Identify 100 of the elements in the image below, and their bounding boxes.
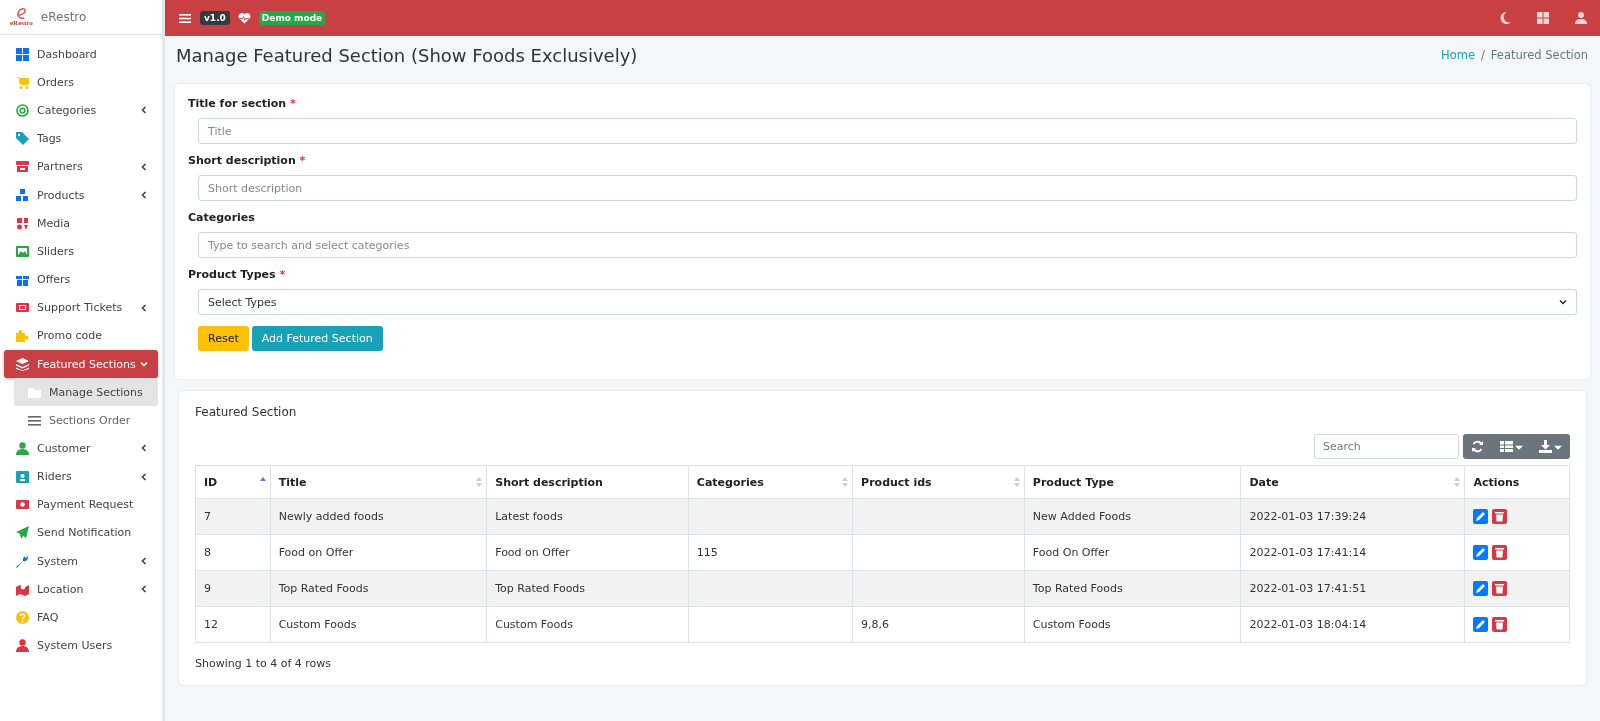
table-columns-icon bbox=[1500, 440, 1513, 453]
grid-icon bbox=[16, 47, 29, 61]
table-cell: 2022-01-03 17:41:51 bbox=[1240, 570, 1465, 607]
sidebar-item[interactable]: FAQ bbox=[4, 603, 158, 632]
table-cell: Top Rated Foods bbox=[1024, 570, 1241, 607]
reset-button[interactable]: Reset bbox=[198, 326, 249, 351]
edit-button[interactable] bbox=[1473, 617, 1489, 632]
sidebar-item[interactable]: Categories bbox=[4, 96, 158, 125]
table-cell: Latest foods bbox=[486, 498, 689, 535]
delete-button[interactable] bbox=[1492, 617, 1508, 632]
folder-icon bbox=[28, 385, 41, 399]
table-cell: 2022-01-03 18:04:14 bbox=[1240, 606, 1465, 643]
column-header[interactable]: Categories bbox=[688, 465, 853, 499]
layers-icon bbox=[16, 357, 29, 371]
select-field[interactable]: Select Types bbox=[198, 289, 1577, 315]
sidebar-subitem[interactable]: Sections Order bbox=[14, 406, 158, 435]
cubes-icon bbox=[16, 188, 29, 202]
grid-icon[interactable] bbox=[1536, 11, 1550, 25]
column-header[interactable]: ID bbox=[195, 465, 271, 499]
input-field[interactable]: Title bbox=[198, 118, 1577, 144]
table-cell: New Added Foods bbox=[1024, 498, 1241, 535]
user-icon bbox=[16, 639, 29, 653]
store-icon bbox=[16, 160, 29, 174]
sidebar-item[interactable]: Customer bbox=[4, 434, 158, 463]
delete-button[interactable] bbox=[1492, 509, 1508, 524]
sidebar-item[interactable]: Send Notification bbox=[4, 518, 158, 547]
column-header[interactable]: Date bbox=[1240, 465, 1465, 499]
sidebar-item[interactable]: System Users bbox=[4, 631, 158, 660]
sidebar-item[interactable]: Offers bbox=[4, 265, 158, 294]
question-icon bbox=[16, 610, 29, 624]
sidebar-item[interactable]: Tags bbox=[4, 124, 158, 153]
page-title: Manage Featured Section (Show Foods Exclusively) bbox=[176, 44, 638, 66]
column-header: Product Type bbox=[1024, 465, 1241, 499]
column-header[interactable]: Title bbox=[270, 465, 487, 499]
edit-button[interactable] bbox=[1473, 545, 1489, 560]
chevron-down-icon bbox=[1559, 298, 1567, 306]
user-icon bbox=[16, 441, 29, 455]
download-icon bbox=[1539, 440, 1552, 453]
pencil-icon bbox=[1474, 546, 1488, 559]
user-icon[interactable] bbox=[1574, 11, 1588, 25]
sidebar-subitem[interactable]: Manage Sections bbox=[14, 378, 158, 407]
table-cell: Newly added foods bbox=[270, 498, 487, 535]
version-badge: v1.0 bbox=[200, 11, 230, 25]
cart-icon bbox=[16, 75, 29, 89]
table-cell: 7 bbox=[195, 498, 271, 535]
table-cell: Food On Offer bbox=[1024, 534, 1241, 571]
sidebar-item[interactable]: Orders bbox=[4, 68, 158, 97]
column-header: Short description bbox=[486, 465, 689, 499]
menu-icon[interactable] bbox=[179, 11, 192, 25]
sidebar-item[interactable]: Products bbox=[4, 180, 158, 210]
sidebar-item[interactable]: Media bbox=[4, 209, 158, 238]
table-cell: Top Rated Foods bbox=[270, 570, 487, 607]
image-icon bbox=[16, 244, 29, 258]
field-label: Categories bbox=[188, 211, 256, 224]
edit-button[interactable] bbox=[1473, 581, 1489, 596]
search-field[interactable]: Search bbox=[1314, 434, 1459, 459]
table-cell: 8 bbox=[195, 534, 271, 571]
moon-icon[interactable] bbox=[1498, 11, 1512, 25]
delete-button[interactable] bbox=[1492, 545, 1508, 560]
refresh-button[interactable] bbox=[1463, 434, 1492, 459]
sidebar-item[interactable]: Payment Request bbox=[4, 490, 158, 519]
sidebar-item[interactable]: Promo code bbox=[4, 321, 158, 351]
id-badge-icon bbox=[16, 470, 29, 484]
paper-plane-icon bbox=[16, 526, 29, 540]
table-cell: 115 bbox=[688, 534, 853, 571]
sidebar-item[interactable]: Featured Sections bbox=[4, 350, 158, 379]
pencil-icon bbox=[1474, 510, 1488, 523]
column-header[interactable]: Product ids bbox=[852, 465, 1025, 499]
refresh-icon bbox=[1471, 440, 1484, 453]
trash-icon bbox=[1493, 618, 1507, 631]
trash-icon bbox=[1493, 582, 1507, 595]
table-cell: 9 bbox=[195, 570, 271, 607]
breadcrumb-current: Featured Section bbox=[1490, 48, 1588, 62]
table-cell: Top Rated Foods bbox=[486, 570, 689, 607]
gift-icon bbox=[16, 273, 29, 287]
field-label: Product Types * bbox=[188, 268, 287, 281]
breadcrumb-separator: / bbox=[1481, 48, 1485, 62]
input-field[interactable]: Short description bbox=[198, 175, 1577, 201]
table-cell: Food on Offer bbox=[486, 534, 689, 571]
export-button[interactable] bbox=[1531, 434, 1570, 459]
ticket-icon bbox=[16, 301, 29, 315]
sidebar-item[interactable]: Dashboard bbox=[4, 40, 158, 69]
input-field[interactable]: Type to search and select categories bbox=[198, 232, 1577, 258]
puzzle-icon bbox=[16, 329, 29, 343]
map-icon bbox=[16, 582, 29, 596]
wrench-icon bbox=[16, 554, 29, 568]
trash-icon bbox=[1493, 510, 1507, 523]
sidebar-item[interactable]: System bbox=[4, 547, 158, 576]
column-header: Actions bbox=[1464, 465, 1570, 499]
edit-button[interactable] bbox=[1473, 509, 1489, 524]
demo-mode-badge: Demo mode bbox=[258, 11, 326, 25]
sidebar-item[interactable]: Partners bbox=[4, 152, 158, 181]
sidebar-item[interactable]: Sliders bbox=[4, 237, 158, 266]
pagination-info: Showing 1 to 4 of 4 rows bbox=[195, 657, 333, 670]
media-icon bbox=[16, 216, 29, 230]
sidebar-item[interactable]: Location bbox=[4, 575, 158, 604]
delete-button[interactable] bbox=[1492, 581, 1508, 596]
trash-icon bbox=[1493, 546, 1507, 559]
sidebar-item[interactable]: Support Tickets bbox=[4, 293, 158, 322]
sidebar-item[interactable]: Riders bbox=[4, 462, 158, 491]
